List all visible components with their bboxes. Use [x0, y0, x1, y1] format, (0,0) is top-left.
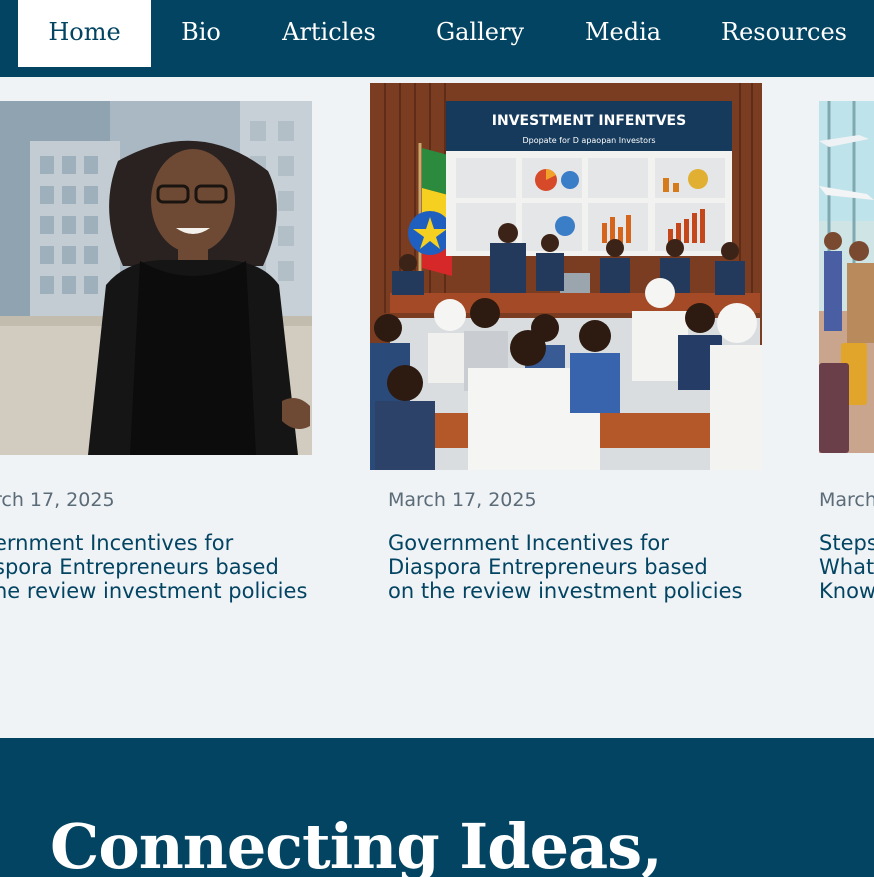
article-image-conference[interactable]: INVESTMENT INFENTVES Dpopate for D apaop…: [370, 83, 762, 470]
top-nav: Home Bio Articles Gallery Media Resource…: [0, 0, 874, 77]
nav-articles[interactable]: Articles: [267, 0, 391, 67]
cta-section: Connecting Ideas,: [0, 738, 874, 877]
nav-media[interactable]: Media: [572, 0, 674, 67]
article-title-line: he review investment policies: [0, 579, 308, 603]
portrait-photo: [0, 101, 312, 455]
nav-gallery[interactable]: Gallery: [421, 0, 539, 67]
article-title-line: spora Entrepreneurs based: [0, 555, 279, 579]
article-title-line: Diaspora Entrepreneurs based: [388, 555, 708, 579]
article-image-airport[interactable]: [819, 101, 874, 453]
article-title-line: on the review investment policies: [388, 579, 743, 603]
nav-bio[interactable]: Bio: [165, 0, 237, 67]
article-date: March 17, 2025: [388, 489, 537, 511]
article-title-line: Steps: [819, 531, 874, 555]
article-image-portrait[interactable]: [0, 101, 312, 455]
section-heading: Connecting Ideas,: [50, 810, 663, 877]
poster-subheading: Dpopate for D apaopan Investors: [522, 136, 655, 145]
article-title[interactable]: ernment Incentives for spora Entrepreneu…: [0, 531, 307, 603]
poster-heading: INVESTMENT INFENTVES: [492, 113, 686, 129]
article-title-line: What: [819, 555, 874, 579]
article-title-line: Government Incentives for: [388, 531, 669, 555]
article-title-line: ernment Incentives for: [0, 531, 234, 555]
nav-resources[interactable]: Resources: [708, 0, 860, 67]
nav-home[interactable]: Home: [18, 0, 151, 67]
article-title[interactable]: Steps What Know: [819, 531, 874, 603]
article-title-line: Know: [819, 579, 874, 603]
article-title[interactable]: Government Incentives for Diaspora Entre…: [388, 531, 742, 603]
article-date: March: [819, 489, 874, 511]
article-date: rch 17, 2025: [0, 489, 115, 511]
airport-illustration: [819, 101, 874, 453]
conference-illustration: INVESTMENT INFENTVES Dpopate for D apaop…: [370, 83, 762, 470]
